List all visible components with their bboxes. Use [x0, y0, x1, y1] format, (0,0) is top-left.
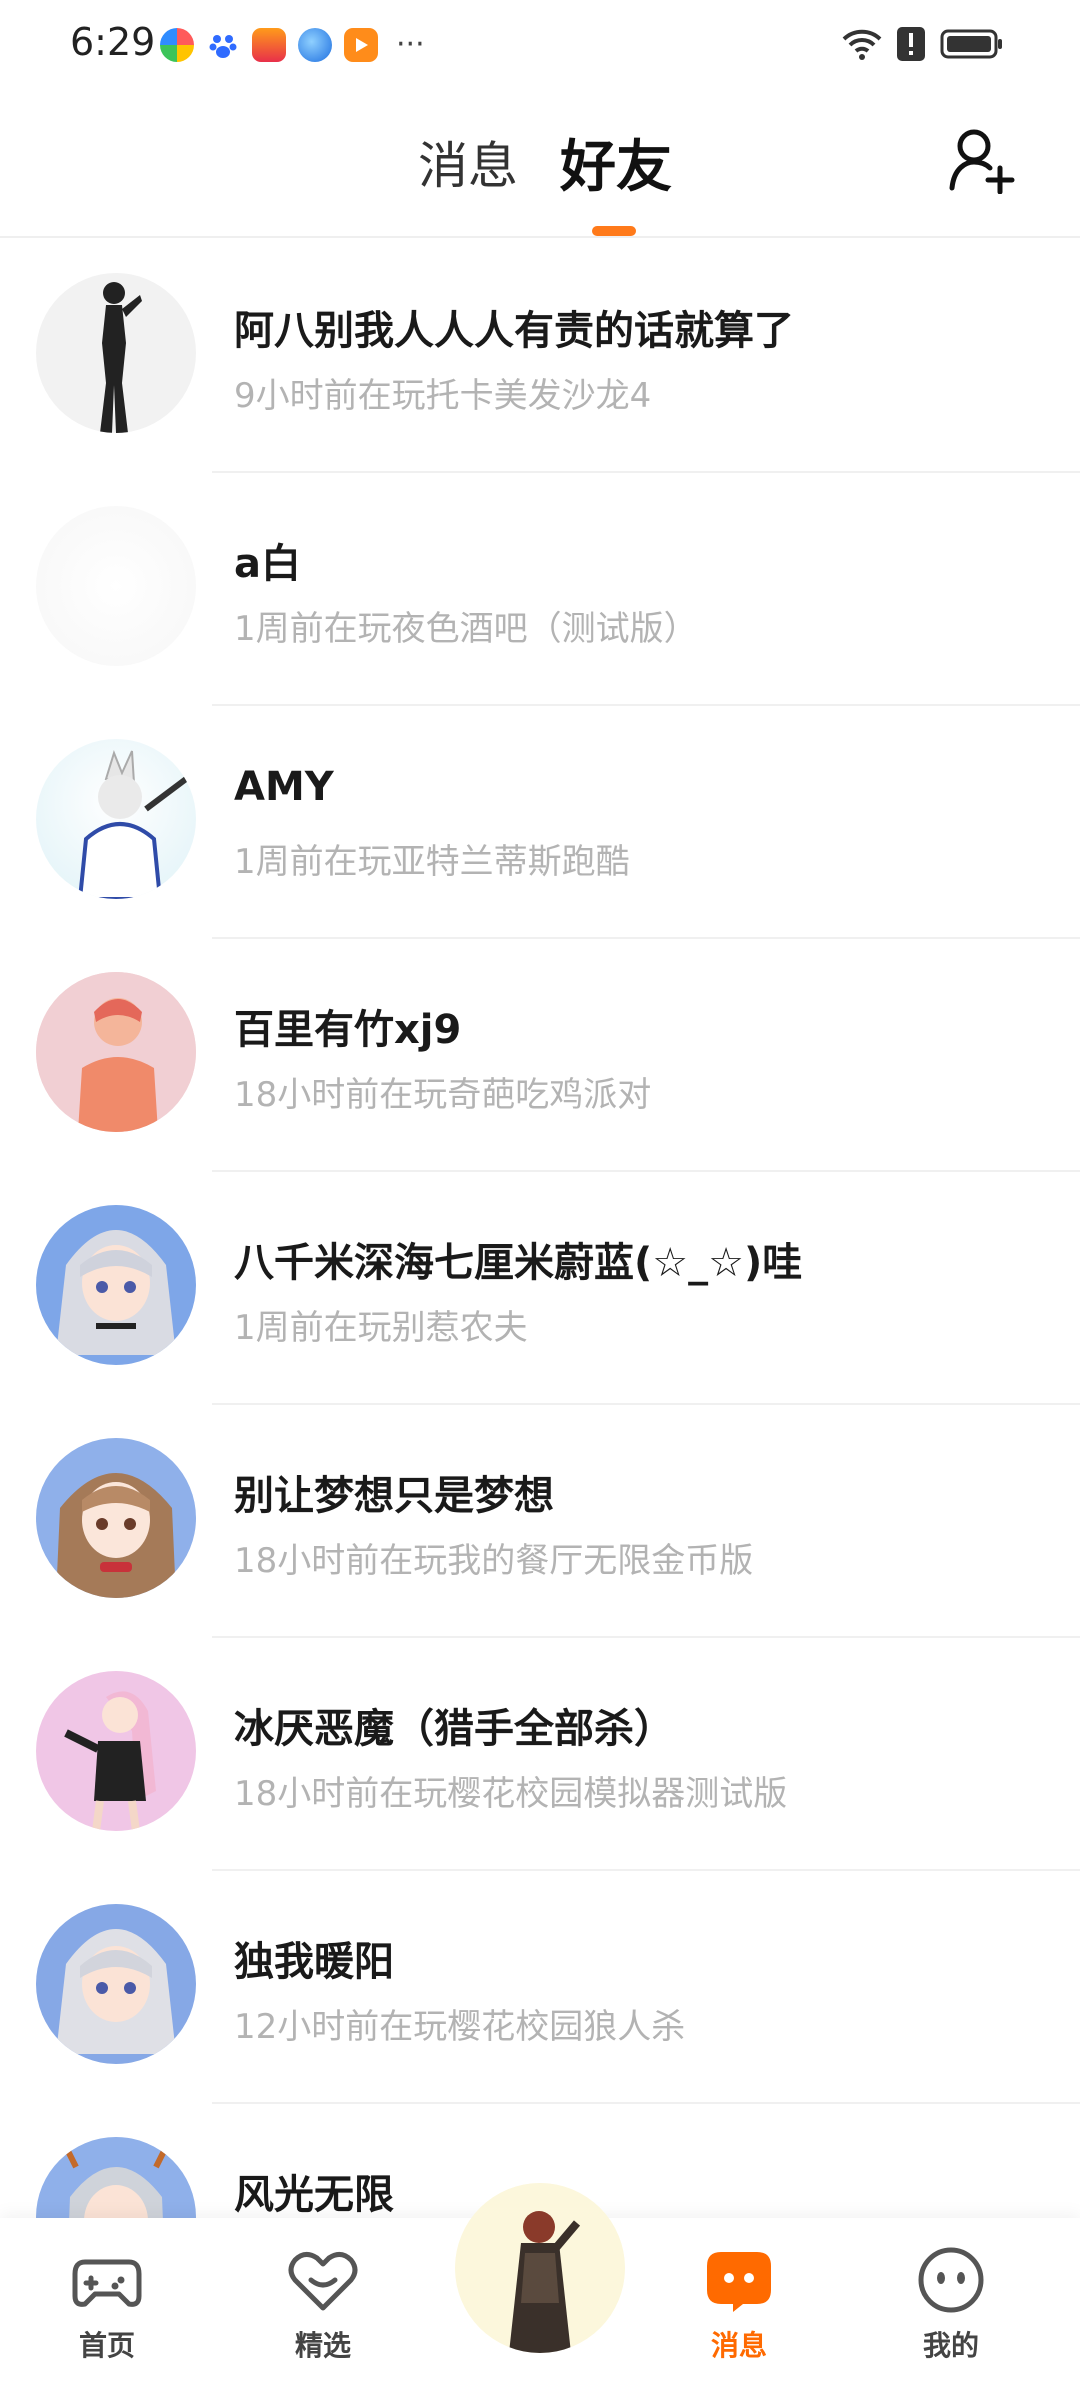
- gamepad-icon: [72, 2259, 142, 2307]
- friend-status: 18小时前在玩樱花校园模拟器测试版: [234, 1774, 788, 1814]
- friend-name: a白: [234, 541, 301, 587]
- nav-label: 精选: [294, 2329, 351, 2362]
- avatar: [36, 1438, 196, 1598]
- friend-name: 八千米深海七厘米蔚蓝(☆_☆)哇: [234, 1240, 803, 1286]
- center-character-button[interactable]: [455, 2183, 625, 2353]
- avatar: [36, 273, 196, 433]
- header: 消息 好友: [0, 92, 1080, 238]
- tab-friends[interactable]: 好友: [560, 122, 672, 203]
- nav-item-messages[interactable]: 消息: [664, 2244, 814, 2364]
- status-time: 6:29: [70, 20, 156, 64]
- friend-name: 阿八别我人人人有责的话就算了: [234, 308, 794, 354]
- friend-list: 阿八别我人人人有责的话就算了 9小时前在玩托卡美发沙龙4 a白 1周前在玩夜色酒…: [0, 240, 1080, 2337]
- nav-item-featured[interactable]: 精选: [248, 2244, 398, 2364]
- friend-name: 别让梦想只是梦想: [234, 1473, 554, 1519]
- nav-label: 消息: [710, 2329, 767, 2362]
- tab-messages[interactable]: 消息: [418, 126, 518, 198]
- nav-label: 首页: [78, 2329, 135, 2362]
- active-tab-indicator: [592, 226, 636, 236]
- friend-item[interactable]: 别让梦想只是梦想 18小时前在玩我的餐厅无限金币版: [0, 1405, 1080, 1638]
- friend-item[interactable]: a白 1周前在玩夜色酒吧（测试版）: [0, 473, 1080, 706]
- battery-icon: [940, 29, 1002, 59]
- video-app-icon: [344, 28, 378, 62]
- friend-item[interactable]: 阿八别我人人人有责的话就算了 9小时前在玩托卡美发沙龙4: [0, 240, 1080, 473]
- nav-item-home[interactable]: 首页: [32, 2244, 182, 2364]
- app-notification-icon: [160, 28, 194, 62]
- friend-status: 1周前在玩夜色酒吧（测试版）: [234, 609, 698, 649]
- baidu-icon: [206, 28, 240, 62]
- alert-icon: [897, 27, 925, 61]
- status-bar: 6:29 ···: [0, 0, 1080, 92]
- chat-icon: [707, 2252, 771, 2312]
- friend-status: 1周前在玩别惹农夫: [234, 1308, 528, 1348]
- friend-name: 冰厌恶魔（猎手全部杀）: [234, 1706, 674, 1752]
- app-game-icon: [252, 28, 286, 62]
- friend-name: 风光无限: [234, 2172, 394, 2218]
- nav-label: 我的: [922, 2329, 979, 2362]
- friend-name: AMY: [234, 764, 334, 810]
- avatar: [36, 506, 196, 666]
- friend-status: 9小时前在玩托卡美发沙龙4: [234, 376, 652, 416]
- more-notifications-icon: ···: [396, 27, 425, 62]
- avatar: [36, 739, 196, 899]
- character-avatar: [455, 2183, 625, 2353]
- avatar: [36, 1671, 196, 1831]
- avatar: [36, 1904, 196, 2064]
- friend-name: 百里有竹xj9: [234, 1007, 462, 1053]
- nav-item-profile[interactable]: 我的: [876, 2244, 1026, 2364]
- status-app-icons: ···: [160, 28, 425, 62]
- wifi-icon: [842, 29, 882, 60]
- friend-item[interactable]: 百里有竹xj9 18小时前在玩奇葩吃鸡派对: [0, 939, 1080, 1172]
- heart-icon: [288, 2252, 358, 2311]
- friend-status: 18小时前在玩我的餐厅无限金币版: [234, 1541, 754, 1581]
- friend-item[interactable]: AMY 1周前在玩亚特兰蒂斯跑酷: [0, 706, 1080, 939]
- avatar: [36, 1205, 196, 1365]
- browser-icon: [298, 28, 332, 62]
- friend-item[interactable]: 独我暖阳 12小时前在玩樱花校园狼人杀: [0, 1871, 1080, 2104]
- friend-item[interactable]: 八千米深海七厘米蔚蓝(☆_☆)哇 1周前在玩别惹农夫: [0, 1172, 1080, 1405]
- friend-item[interactable]: 冰厌恶魔（猎手全部杀） 18小时前在玩樱花校园模拟器测试版: [0, 1638, 1080, 1871]
- friend-name: 独我暖阳: [234, 1939, 394, 1985]
- face-icon: [918, 2247, 984, 2313]
- add-friend-icon[interactable]: [948, 126, 1016, 194]
- friend-status: 1周前在玩亚特兰蒂斯跑酷: [234, 842, 630, 882]
- status-system-icons: [842, 26, 1004, 62]
- friend-status: 18小时前在玩奇葩吃鸡派对: [234, 1075, 652, 1115]
- friend-status: 12小时前在玩樱花校园狼人杀: [234, 2007, 686, 2047]
- avatar: [36, 972, 196, 1132]
